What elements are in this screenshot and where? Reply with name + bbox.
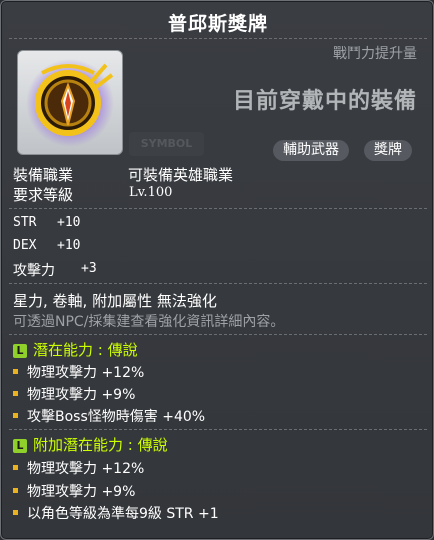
item-name: 普邱斯獎牌 bbox=[167, 13, 268, 35]
symbol-watermark: SYMBOL bbox=[129, 132, 204, 156]
legendary-rank-badge: L bbox=[13, 439, 27, 453]
potential-line: 物理攻擊力 +12% bbox=[13, 362, 144, 382]
stat-dex-name: DEX bbox=[13, 238, 37, 253]
bullet-icon bbox=[13, 369, 18, 374]
stat-str-name: STR bbox=[13, 215, 37, 230]
enhance-hint-text: 可透過NPC/採集建查看強化資訊詳細內容。 bbox=[13, 314, 285, 330]
bullet-icon bbox=[13, 488, 18, 493]
separator bbox=[9, 334, 427, 335]
bullet-icon bbox=[13, 465, 18, 470]
bonus-potential-line-text: 物理攻擊力 +12% bbox=[27, 461, 145, 477]
bonus-potential-title: 附加潛在能力 : 傳說 bbox=[33, 436, 168, 454]
equipped-status: 目前穿戴中的裝備 bbox=[232, 89, 417, 114]
potential-line-text: 物理攻擊力 +9% bbox=[27, 387, 136, 403]
stat-dex-value: +10 bbox=[57, 238, 81, 253]
bullet-icon bbox=[13, 391, 18, 396]
stat-str-value: +10 bbox=[57, 215, 81, 230]
level-label: 要求等級 bbox=[13, 186, 74, 204]
potential-line-text: 物理攻擊力 +12% bbox=[27, 365, 145, 381]
separator bbox=[9, 429, 427, 430]
gold-medal-icon bbox=[26, 59, 114, 147]
separator bbox=[9, 283, 427, 284]
bullet-icon bbox=[13, 510, 18, 515]
separator bbox=[9, 38, 427, 39]
item-tooltip: 普邱斯獎牌 戰鬥力提升量 目前穿戴中的裝備 SYMBOL 輔助武器 獎牌 裝備職… bbox=[0, 0, 434, 540]
bonus-potential-line-text: 以角色等級為準每9級 STR +1 bbox=[27, 506, 219, 522]
tag-medal: 獎牌 bbox=[364, 140, 412, 161]
tag-secondary-weapon: 輔助武器 bbox=[273, 140, 349, 161]
job-label: 裝備職業 bbox=[13, 166, 74, 184]
stat-attack-value: +3 bbox=[81, 261, 97, 276]
bonus-potential-line: 物理攻擊力 +9% bbox=[13, 481, 135, 501]
level-value: Lv.100 bbox=[129, 185, 173, 200]
potential-header: L 潛在能力 : 傳說 bbox=[13, 339, 138, 360]
potential-line-text: 攻擊Boss怪物時傷害 +40% bbox=[27, 409, 206, 425]
stat-attack-name: 攻擊力 bbox=[13, 263, 55, 279]
bonus-potential-line-text: 物理攻擊力 +9% bbox=[27, 484, 136, 500]
bonus-potential-line: 物理攻擊力 +12% bbox=[13, 458, 144, 478]
power-increase-label: 戰鬥力提升量 bbox=[333, 46, 417, 62]
potential-title: 潛在能力 : 傳說 bbox=[33, 341, 138, 359]
legendary-rank-badge: L bbox=[13, 344, 27, 358]
bonus-potential-line: 以角色等級為準每9級 STR +1 bbox=[13, 503, 219, 523]
job-value: 可裝備英雄職業 bbox=[128, 166, 234, 184]
bullet-icon bbox=[13, 413, 18, 418]
item-icon-frame bbox=[17, 50, 123, 155]
enhance-restriction-note: 星力, 卷軸, 附加屬性 無法強化 bbox=[13, 292, 217, 310]
potential-line: 物理攻擊力 +9% bbox=[13, 384, 135, 404]
potential-line: 攻擊Boss怪物時傷害 +40% bbox=[13, 406, 205, 426]
bonus-potential-header: L 附加潛在能力 : 傳說 bbox=[13, 434, 168, 455]
separator bbox=[9, 208, 427, 209]
